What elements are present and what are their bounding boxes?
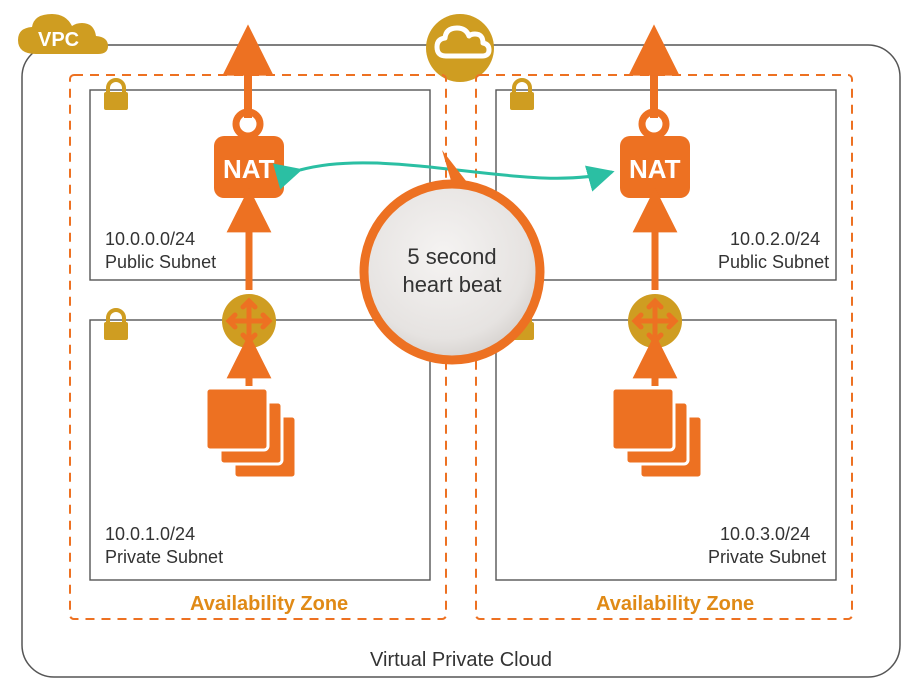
public-subnet-right: 10.0.2.0/24 Public Subnet NAT <box>496 50 836 280</box>
nat-left-label: NAT <box>223 154 275 184</box>
lock-icon <box>104 310 128 340</box>
heartbeat-line1: 5 second <box>407 244 496 269</box>
az-left-label: Availability Zone <box>190 593 348 615</box>
public-left-cidr: 10.0.0.0/24 <box>105 229 195 249</box>
heartbeat-callout: 5 second heart beat <box>364 150 540 360</box>
diagram-root: Virtual Private Cloud VPC Availability Z… <box>0 0 919 686</box>
private-right-name: Private Subnet <box>708 547 826 567</box>
instance-stack-icon <box>612 388 702 478</box>
router-icon <box>222 294 276 348</box>
az-right: Availability Zone 10.0.2.0/24 Public Sub… <box>476 50 852 619</box>
public-right-name: Public Subnet <box>718 252 829 272</box>
az-right-label: Availability Zone <box>596 593 754 615</box>
nat-right-label: NAT <box>629 154 681 184</box>
nat-box-left: NAT <box>214 136 284 198</box>
private-left-cidr: 10.0.1.0/24 <box>105 524 195 544</box>
vpc-title: Virtual Private Cloud <box>370 649 552 671</box>
lock-icon <box>510 80 534 110</box>
private-right-cidr: 10.0.3.0/24 <box>720 524 810 544</box>
lock-icon <box>104 80 128 110</box>
gateway-icon <box>642 50 666 136</box>
cloud-icon <box>426 14 494 82</box>
heartbeat-line2: heart beat <box>402 272 501 297</box>
public-right-cidr: 10.0.2.0/24 <box>730 229 820 249</box>
vpc-badge: VPC <box>18 14 108 54</box>
instance-stack-icon <box>206 388 296 478</box>
vpc-badge-label: VPC <box>38 29 79 51</box>
public-left-name: Public Subnet <box>105 252 216 272</box>
nat-box-right: NAT <box>620 136 690 198</box>
router-icon <box>628 294 682 348</box>
private-left-name: Private Subnet <box>105 547 223 567</box>
gateway-icon <box>236 50 260 136</box>
